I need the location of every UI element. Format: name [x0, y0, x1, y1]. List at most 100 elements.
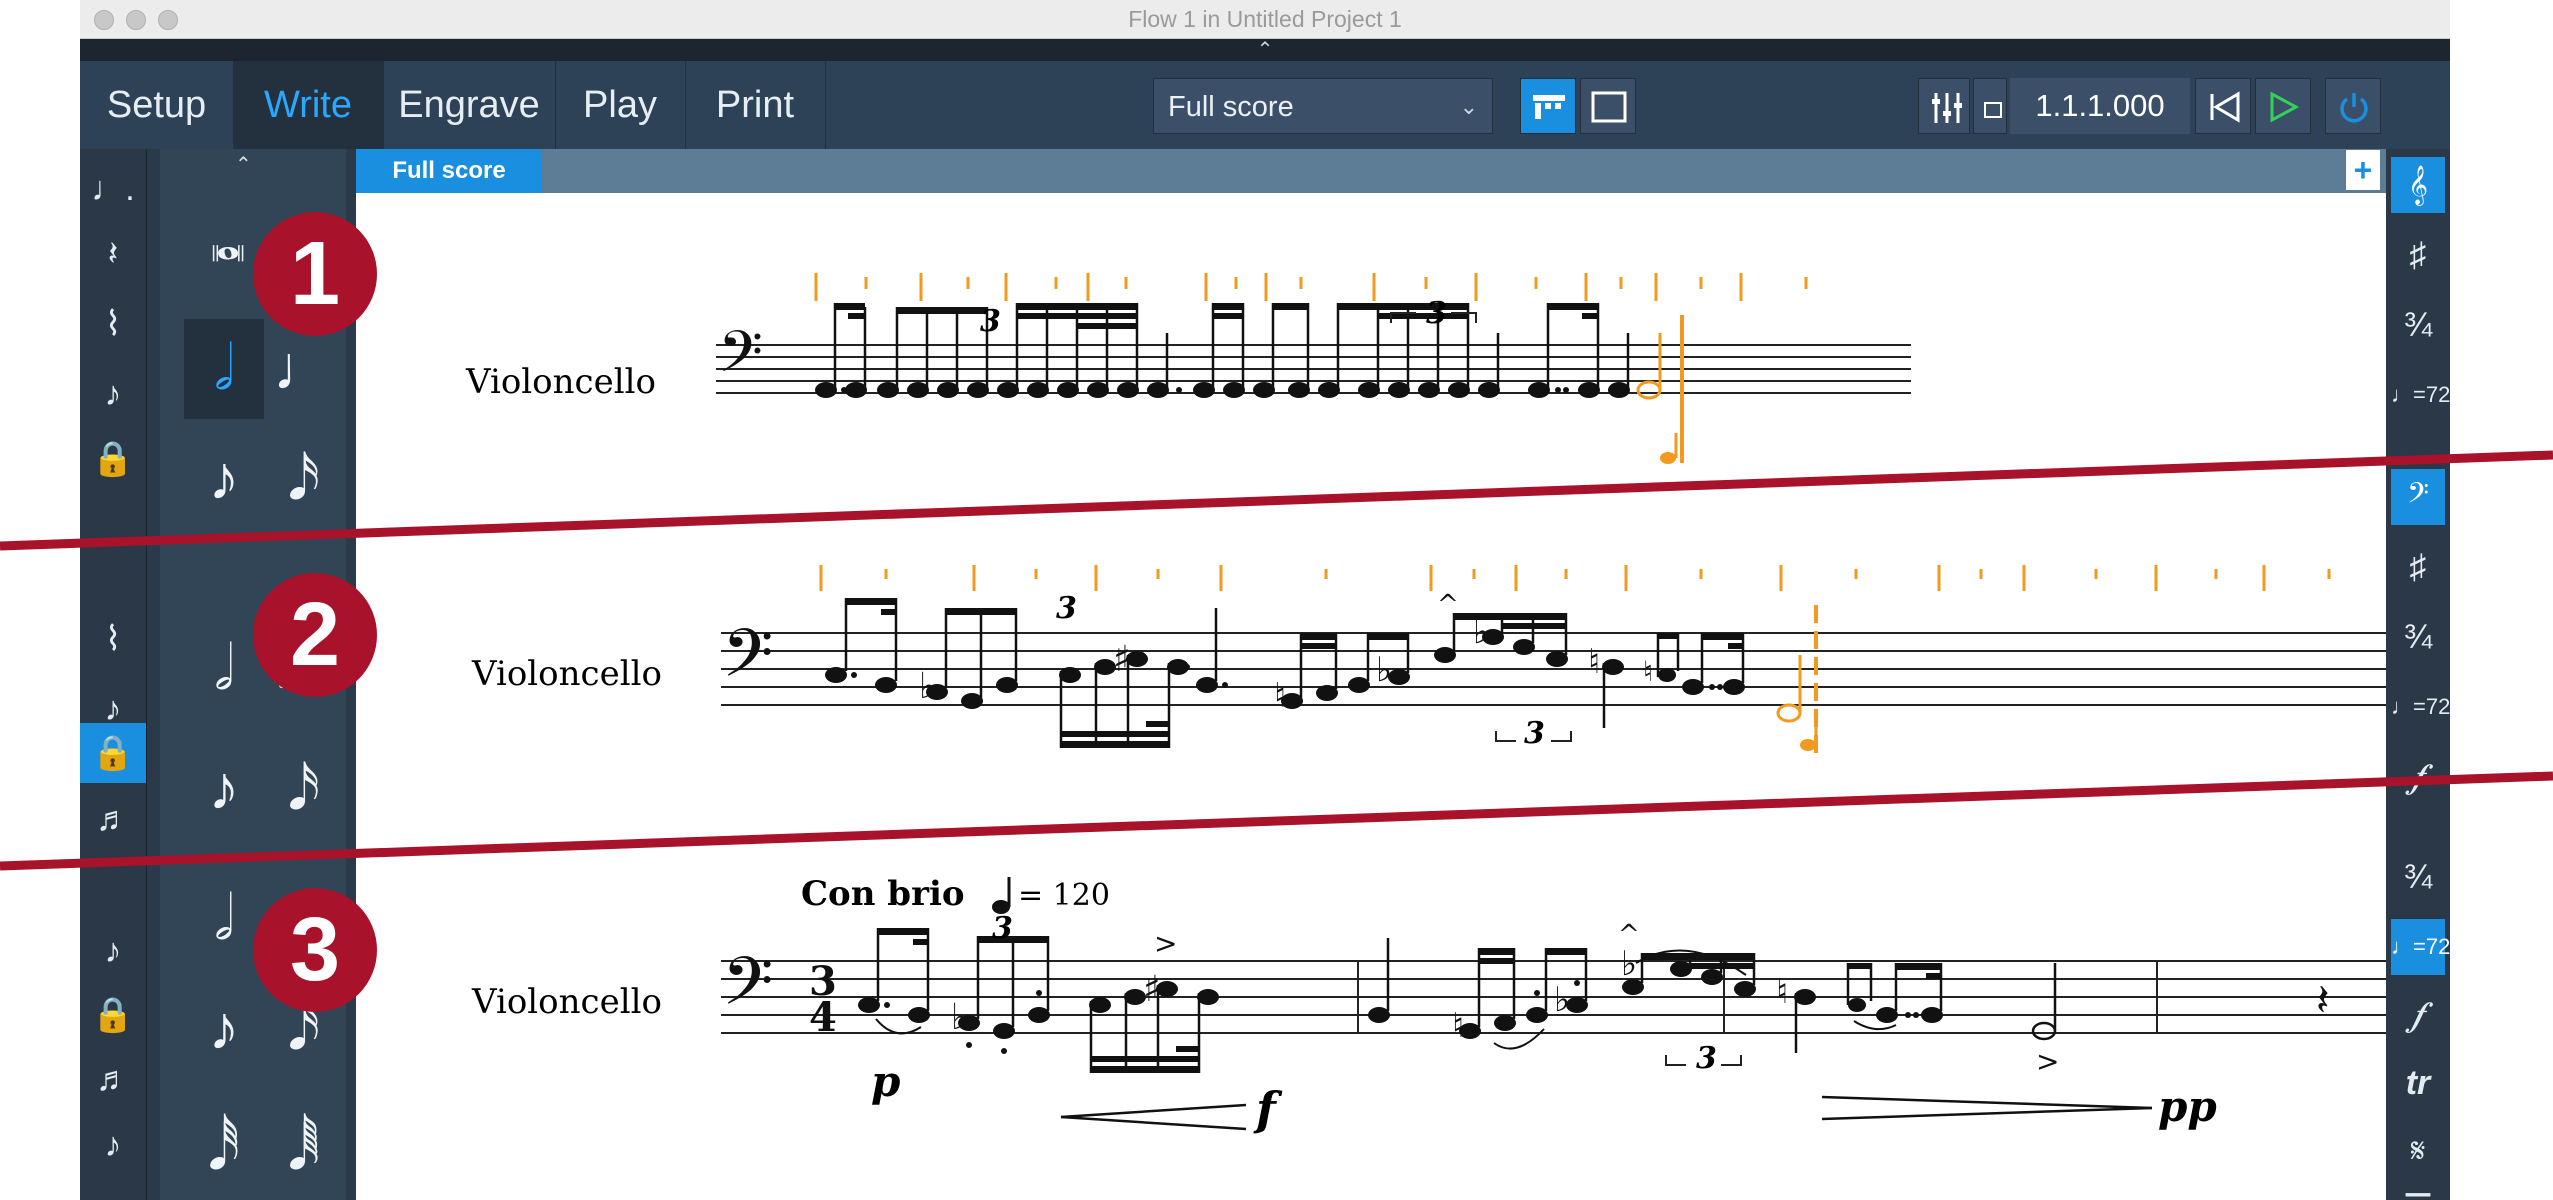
layout-selector[interactable]: Full score ⌄ [1153, 78, 1493, 134]
video-icon [1984, 102, 2002, 118]
eighth-note-icon[interactable]: ♪ [184, 429, 264, 529]
mixer-button[interactable] [1918, 78, 1970, 134]
rewind-to-start-icon [2210, 91, 2240, 123]
playhead-position: 1.1.1.000 [2010, 78, 2190, 134]
activate-project-button[interactable] [2325, 78, 2381, 134]
score-view[interactable]: Violoncello 𝄢 3 3 Violoncello 𝄢 ♭ ♯ ♭ ♭ … [356, 193, 2402, 1200]
thirty-second-note-icon[interactable]: 𝅘𝅥𝅰 [184, 1099, 264, 1199]
half-note-icon[interactable]: 𝅗𝅥 [184, 619, 264, 719]
svg-text:♯: ♯ [1113, 639, 1130, 680]
key-signature-icon[interactable]: ♯ [2391, 227, 2445, 283]
dynamic-pp: pp [2158, 1082, 2217, 1131]
layout-selector-value: Full score [1168, 91, 1294, 123]
collapse-toolbar-button[interactable]: ⌃ [80, 39, 2450, 61]
time-signature-bottom: 4 [809, 994, 837, 1041]
svg-text:♭: ♭ [1621, 944, 1637, 984]
grace-note-icon-2[interactable]: ♬ [80, 1049, 146, 1109]
svg-text:^: ^ [1437, 590, 1459, 620]
tempo-icon[interactable]: ♩=72 [2391, 367, 2450, 423]
svg-text:♭: ♭ [951, 997, 968, 1038]
grace-note-icon[interactable]: ♬ [80, 789, 146, 849]
key-signature-icon-2[interactable]: ♯ [2391, 539, 2445, 595]
repeat-icon[interactable]: 𝄋 [2391, 1123, 2445, 1179]
bass-clef-1: 𝄢 [718, 318, 763, 400]
tab-full-score[interactable]: Full score [356, 149, 542, 193]
sixty-fourth-note-icon[interactable]: 𝅘𝅥𝅱 [264, 1099, 344, 1199]
bars-icon[interactable]: ☰ [2391, 1179, 2445, 1200]
instrument-label-3: Violoncello [471, 982, 662, 1022]
tempo-icon-selected[interactable]: ♩=72 [2391, 919, 2450, 975]
svg-text:♮: ♮ [1274, 676, 1286, 716]
ornaments-icon[interactable]: tr [2391, 1055, 2445, 1111]
step-badge-1: 1 [253, 212, 377, 336]
step-badge-2: 2 [253, 573, 377, 697]
svg-text:♭: ♭ [1376, 650, 1392, 690]
staff-3: Con brio = 120 Violoncello 𝄢 3 4 ♭ ♯ ♭ ♭… [471, 874, 2402, 1136]
sixteenth-note-icon[interactable]: 𝅘𝅥𝅯 [264, 429, 344, 529]
dynamics-icon-2[interactable]: 𝆑 [2391, 987, 2445, 1043]
lock-duration-icon-selected[interactable]: 🔒 [80, 723, 146, 783]
svg-text:♯: ♯ [1143, 969, 1160, 1010]
crescendo-hairpin [1060, 1103, 1247, 1131]
instrument-label-1: Violoncello [465, 362, 656, 402]
time-signature-icon[interactable]: ¾ [2391, 297, 2445, 353]
sixteenth-note-icon-2[interactable]: 𝅘𝅥𝅯 [264, 739, 344, 839]
page-view-button[interactable] [1580, 78, 1636, 134]
dotted-note-icon[interactable]: ♩. [80, 159, 146, 219]
time-signature-icon-3[interactable]: ¾ [2391, 849, 2445, 905]
clef-icon[interactable]: 𝄞 [2391, 157, 2445, 213]
svg-text:♭: ♭ [1473, 612, 1489, 652]
tuplet-label-2b: 3 [1524, 716, 1545, 751]
slur-icon[interactable]: ⌇ [80, 294, 146, 354]
svg-text:♮: ♮ [1776, 972, 1788, 1012]
tremolo-icon-3[interactable]: ♪ [80, 921, 146, 981]
video-button[interactable] [1973, 78, 2007, 134]
step-badge-3: 3 [253, 888, 377, 1012]
tuplet-label-3b: 3 [1696, 1041, 1717, 1076]
grace-note-slash-icon[interactable]: ♪ [80, 1115, 146, 1175]
svg-text:♮: ♮ [1452, 1006, 1464, 1046]
svg-text:>: > [2036, 1045, 2059, 1078]
lock-duration-icon-2[interactable]: 🔒 [80, 985, 146, 1045]
mode-tab-play[interactable]: Play [555, 61, 686, 149]
slur-icon-2[interactable]: ⌇ [80, 609, 146, 669]
bass-clef-2: 𝄢 [722, 615, 773, 708]
mode-tab-print[interactable]: Print [685, 61, 826, 149]
dynamic-p: p [871, 1057, 900, 1106]
half-note-selected-icon[interactable]: 𝅗𝅥 [184, 319, 264, 419]
left-toolbox: ♩. 𝄽 ⌇ ♪ 🔒 ⌇ ♪ 🔒 ♬ ♪ 🔒 ♬ ♪ [80, 149, 147, 1200]
rest-icon[interactable]: 𝄽 [80, 224, 146, 284]
staff-1: Violoncello 𝄢 3 3 [465, 273, 1911, 464]
tuplet-label-2a: 3 [1056, 591, 1077, 626]
notes-system-1 [815, 303, 1630, 398]
tremolo-icon[interactable]: ♪ [80, 364, 146, 424]
eighth-note-icon-3[interactable]: ♪ [184, 979, 264, 1079]
mode-tab-write[interactable]: Write [233, 61, 384, 149]
half-note-icon-3[interactable]: 𝅗𝅥 [184, 869, 264, 969]
eighth-note-icon-2[interactable]: ♪ [184, 739, 264, 839]
dorico-window: Flow 1 in Untitled Project 1 ⌃ Setup Wri… [80, 0, 2450, 1200]
add-tab-button[interactable]: + [2346, 150, 2380, 190]
diminuendo-hairpin [1821, 1095, 2153, 1121]
play-button[interactable] [2255, 78, 2311, 134]
mode-tab-engrave[interactable]: Engrave [383, 61, 556, 149]
svg-text:♮: ♮ [1588, 642, 1600, 682]
svg-text:^: ^ [1618, 920, 1640, 950]
power-icon [2340, 93, 2368, 123]
tempo-text: Con brio [801, 874, 965, 914]
tuplet-label-1a: 3 [980, 304, 1001, 339]
mixer-icon [1932, 93, 1962, 123]
rewind-button[interactable] [2195, 78, 2251, 134]
time-signature-icon-2[interactable]: ¾ [2391, 609, 2445, 665]
svg-text:♭: ♭ [1554, 980, 1570, 1020]
input-caret-1 [1636, 315, 1684, 464]
tempo-icon-2[interactable]: ♩=72 [2391, 679, 2450, 735]
mode-tab-setup[interactable]: Setup [80, 61, 234, 149]
scroll-up-chevron[interactable]: ⌃ [235, 152, 252, 177]
chevron-down-icon: ⌄ [1459, 94, 1478, 119]
dynamics-icon[interactable]: 𝆑 [2391, 749, 2445, 805]
lock-duration-icon[interactable]: 🔒 [80, 429, 146, 489]
clef-icon-2[interactable]: 𝄢 [2391, 469, 2445, 525]
galley-view-button[interactable] [1520, 78, 1576, 134]
input-grid-ticks-2 [819, 565, 2331, 591]
